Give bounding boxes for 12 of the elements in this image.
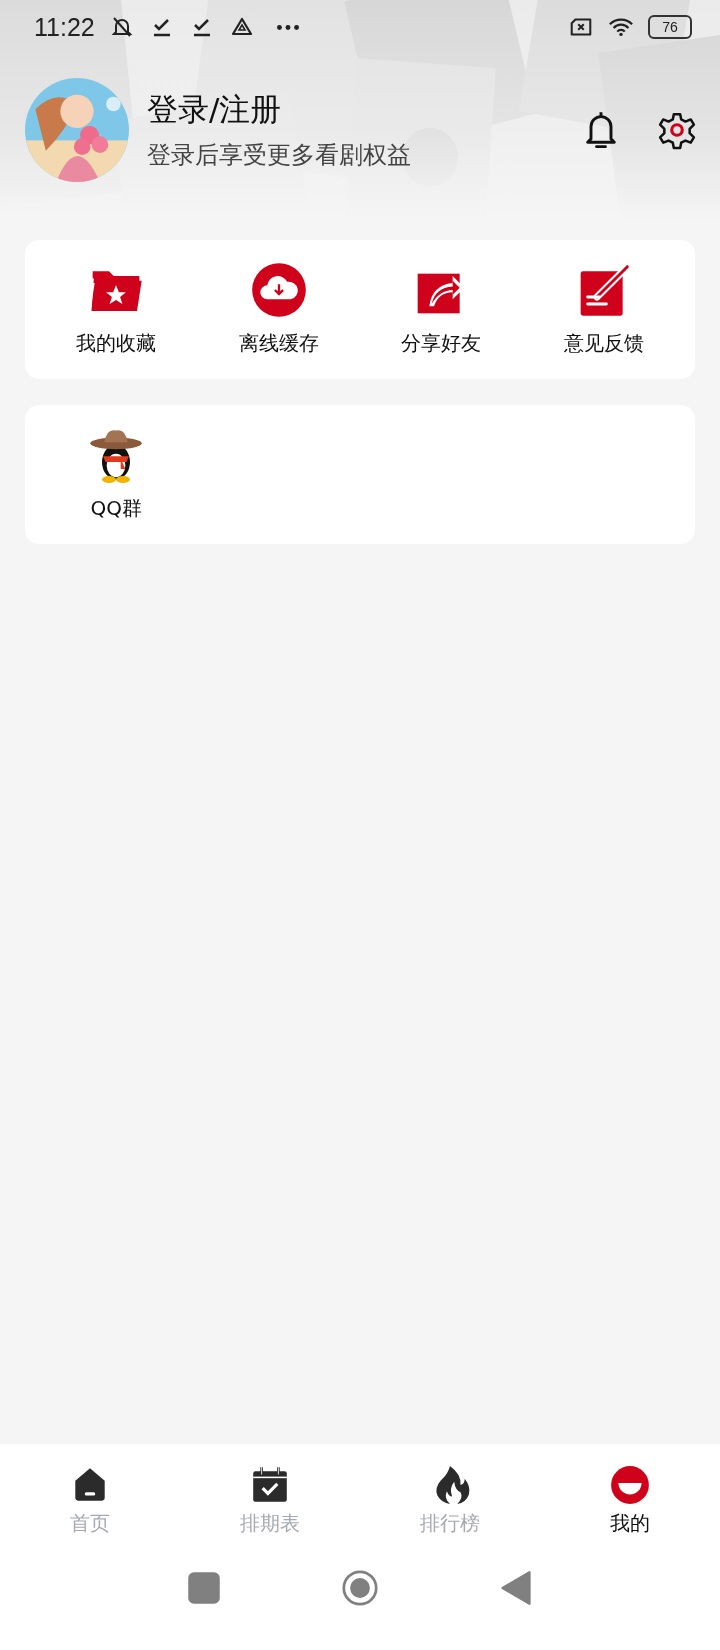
recent-apps-button[interactable]: [186, 1570, 222, 1606]
shortcut-item[interactable]: QQ群: [35, 427, 198, 522]
home-button[interactable]: [342, 1570, 378, 1606]
shortcut-item[interactable]: 我的收藏: [35, 262, 198, 357]
back-button[interactable]: [498, 1570, 534, 1606]
penguin-icon: [88, 427, 145, 483]
cloud-download-icon: [250, 262, 307, 318]
shortcut-item[interactable]: 分享好友: [360, 262, 523, 357]
shortcut-item[interactable]: 离线缓存: [197, 262, 360, 357]
shortcut-item[interactable]: 意见反馈: [522, 262, 685, 357]
nav-tab[interactable]: 我的: [540, 1444, 720, 1566]
smile-icon: [609, 1464, 651, 1506]
